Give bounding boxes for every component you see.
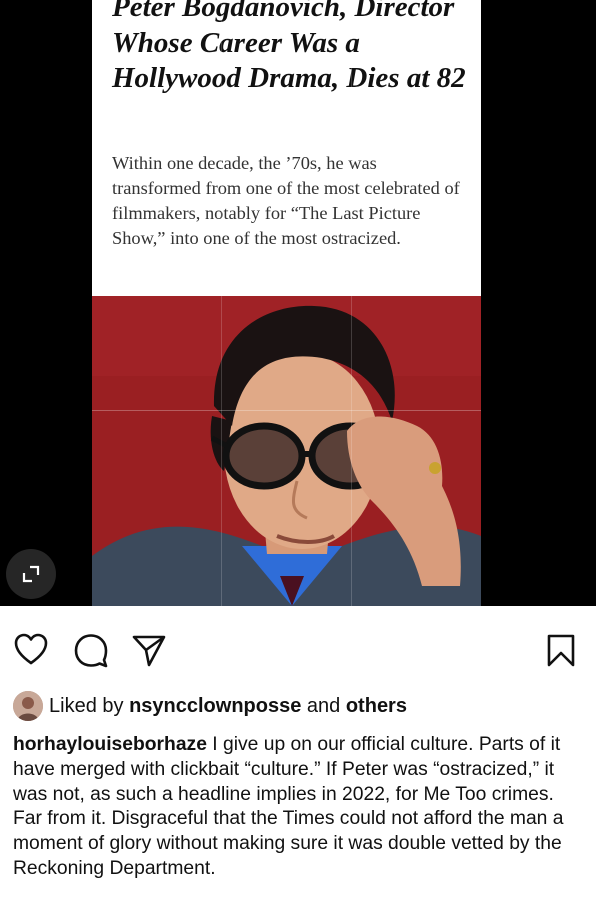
share-icon [132, 635, 166, 667]
liked-by-line[interactable]: Liked by nsyncclownposse and others [13, 690, 407, 722]
article-photo [92, 296, 481, 606]
expand-icon [22, 565, 40, 583]
heart-icon [14, 633, 48, 665]
liked-user-link[interactable]: nsyncclownposse [129, 695, 301, 718]
post-media[interactable]: Peter Bogdanovich, Director Whose Career… [0, 0, 596, 606]
article-card: Peter Bogdanovich, Director Whose Career… [92, 0, 481, 296]
portrait-image [92, 296, 481, 606]
avatar[interactable] [13, 691, 43, 721]
grid-line [221, 0, 222, 606]
caption-username[interactable]: horhaylouiseborhaze [13, 734, 207, 755]
liked-others-link[interactable]: others [346, 695, 407, 718]
grid-line [92, 410, 481, 411]
liked-joiner: and [306, 694, 341, 717]
like-button[interactable] [13, 632, 49, 668]
caption-text: I give up on our official culture. Parts… [13, 734, 564, 879]
post-caption: horhaylouiseborhaze I give up on our off… [13, 733, 588, 882]
comment-button[interactable] [73, 632, 109, 668]
save-button[interactable] [543, 632, 579, 668]
share-button[interactable] [131, 632, 167, 668]
article-summary: Within one decade, the ’70s, he was tran… [112, 153, 460, 248]
comment-icon [74, 634, 108, 668]
grid-line [351, 0, 352, 606]
article-headline: Peter Bogdanovich, Director Whose Career… [112, 0, 466, 94]
expand-button[interactable] [6, 549, 56, 599]
bookmark-icon [547, 634, 575, 667]
liked-prefix: Liked by [49, 694, 124, 717]
